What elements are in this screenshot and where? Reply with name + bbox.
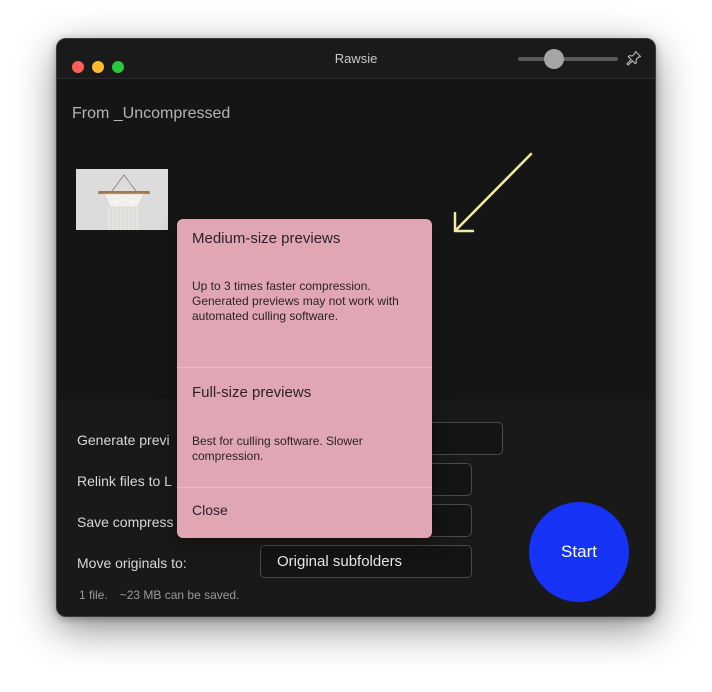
pin-icon[interactable]	[626, 50, 642, 66]
menu-option-description: Up to 3 times faster compression. Genera…	[192, 279, 399, 323]
menu-close-item[interactable]: Close	[177, 487, 432, 538]
photo-thumbnail[interactable]	[76, 169, 168, 230]
file-count: 1 file.	[79, 588, 108, 602]
menu-close-label: Close	[192, 502, 228, 518]
annotation-arrow-icon	[453, 152, 533, 233]
source-folder-label: From _Uncompressed	[72, 105, 231, 122]
generate-previews-select[interactable]	[427, 422, 503, 455]
menu-option-title: Medium-size previews	[192, 230, 341, 247]
menu-option-medium-previews[interactable]: Medium-size previews Up to 3 times faste…	[177, 219, 432, 367]
savings-estimate: ~23 MB can be saved.	[119, 588, 240, 602]
title-bar[interactable]: Rawsie	[57, 39, 655, 79]
menu-option-description: Best for culling software. Slower compre…	[192, 434, 363, 463]
menu-option-title: Full-size previews	[192, 384, 312, 401]
relink-files-label: Relink files to L	[77, 473, 172, 489]
move-originals-label: Move originals to:	[77, 555, 187, 571]
generate-previews-label: Generate previ	[77, 432, 170, 448]
save-compressed-label: Save compress	[77, 514, 174, 530]
app-window: Rawsie From _Uncompressed Generate previ…	[56, 38, 656, 617]
start-button[interactable]: Start	[529, 502, 629, 602]
menu-option-full-previews[interactable]: Full-size previews Best for culling soft…	[177, 367, 432, 487]
zoom-slider-knob[interactable]	[544, 49, 564, 69]
preview-size-menu: Medium-size previews Up to 3 times faste…	[177, 219, 432, 538]
move-originals-select[interactable]: Original subfolders	[260, 545, 472, 578]
relink-files-select[interactable]	[427, 463, 472, 496]
macrame-image-icon	[76, 169, 168, 230]
save-compressed-select[interactable]	[427, 504, 472, 537]
zoom-slider-track[interactable]	[518, 57, 618, 61]
status-bar: 1 file. ~23 MB can be saved.	[79, 588, 239, 602]
